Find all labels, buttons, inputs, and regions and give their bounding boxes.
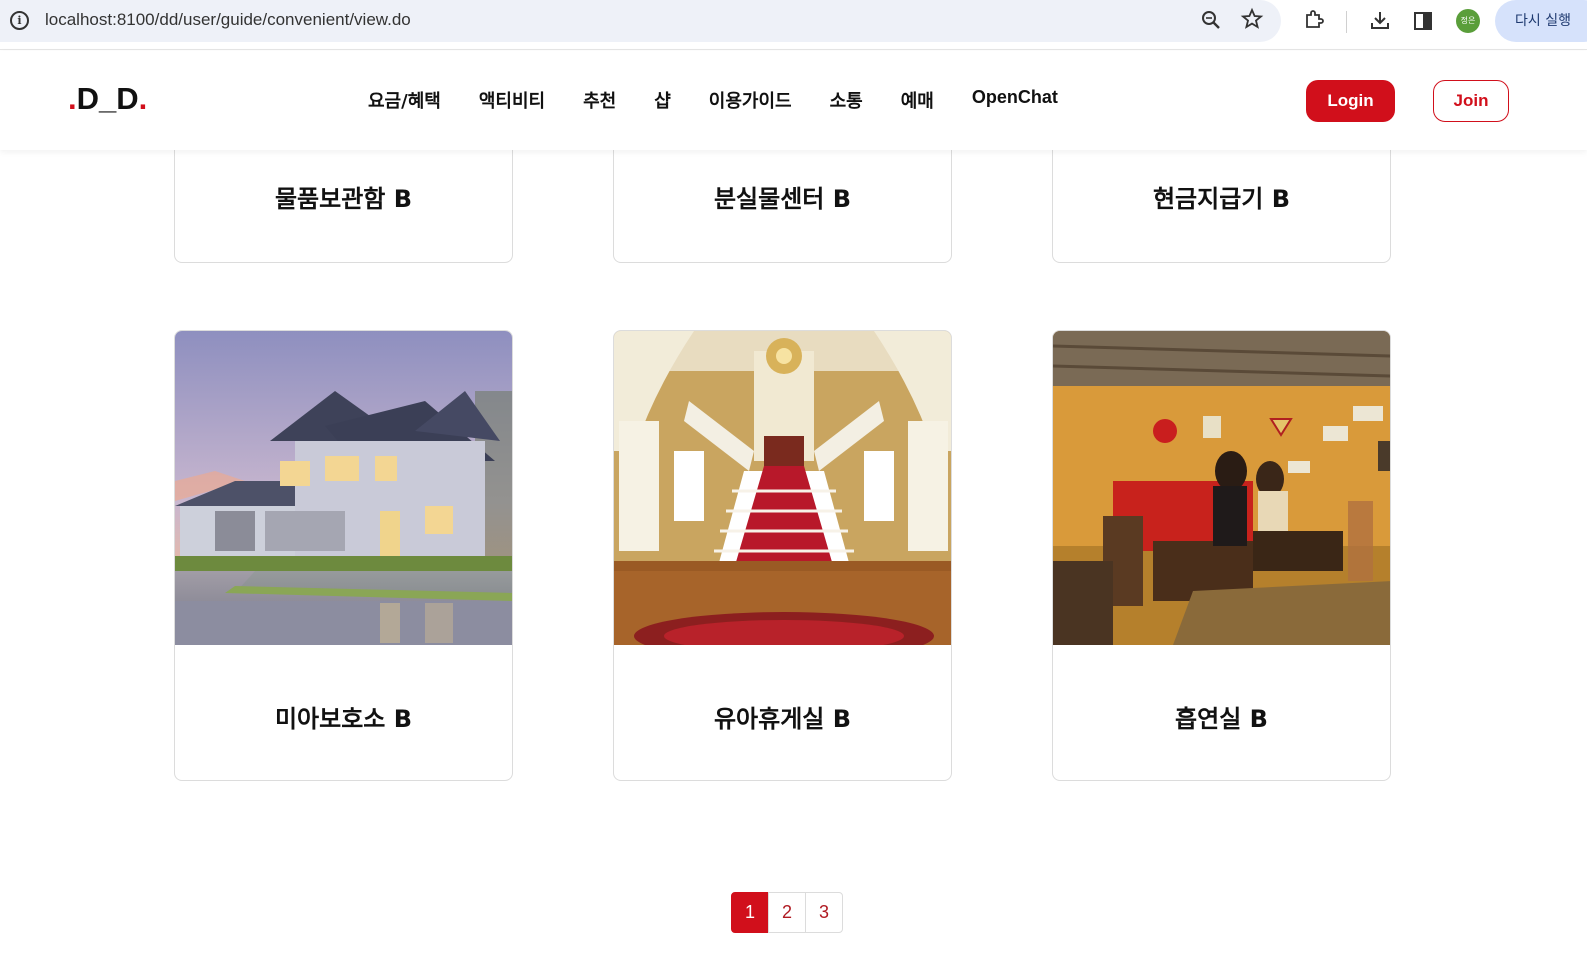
page-button-1[interactable]: 1 [731,892,769,933]
house-photo [175,331,512,645]
zoom-icon[interactable] [1200,9,1222,31]
nav-item-booking[interactable]: 예매 [901,87,934,113]
site-info-icon[interactable]: i [10,11,29,30]
main-nav: 요금/혜택 액티비티 추천 샵 이용가이드 소통 예매 OpenChat [368,87,1096,113]
nav-item-shop[interactable]: 샵 [654,87,671,113]
cafe-photo [1053,331,1390,645]
logo-text: D_D [76,81,139,116]
page-button-3[interactable]: 3 [805,892,843,933]
facility-card-title: 미아보호소 B [274,705,413,733]
browser-toolbar: i localhost:8100/dd/user/guide/convenien… [0,0,1587,50]
page-button-2[interactable]: 2 [768,892,806,933]
facility-card-title: 흡연실 B [1175,705,1268,733]
bookmark-star-icon[interactable] [1240,7,1264,31]
logo-dot-left: . [68,81,77,116]
nav-item-activity[interactable]: 액티비티 [479,87,545,113]
facility-card-title: 분실물센터 B [713,185,852,213]
toolbar-separator [1346,11,1347,33]
nav-item-recommend[interactable]: 추천 [583,87,616,113]
facility-card[interactable]: 유아휴게실 B [613,330,952,781]
profile-avatar[interactable]: 정은 [1456,9,1480,33]
download-icon[interactable] [1368,8,1392,32]
facility-card-title: 물품보관함 B [274,185,413,213]
extensions-icon[interactable] [1302,8,1326,32]
side-panel-icon[interactable] [1412,10,1434,32]
facility-card-title: 현금지급기 B [1152,185,1291,213]
facility-card[interactable]: 미아보호소 B [174,330,513,781]
site-header: .D_D. 요금/혜택 액티비티 추천 샵 이용가이드 소통 예매 OpenCh… [0,51,1587,150]
nav-item-guide[interactable]: 이용가이드 [709,87,792,113]
join-button[interactable]: Join [1433,80,1509,122]
logo-dot-right: . [138,81,148,116]
facility-card-title: 유아휴게실 B [713,705,852,733]
url-text[interactable]: localhost:8100/dd/user/guide/convenient/… [45,10,411,30]
nav-item-openchat[interactable]: OpenChat [972,87,1058,113]
nav-item-community[interactable]: 소통 [830,87,863,113]
staircase-photo [614,331,951,645]
pagination: 1 2 3 [731,892,843,933]
facility-card[interactable]: 흡연실 B [1052,330,1391,781]
relaunch-button[interactable]: 다시 실행 [1495,0,1587,42]
nav-item-pricing[interactable]: 요금/혜택 [368,87,441,113]
address-bar[interactable]: i localhost:8100/dd/user/guide/convenien… [0,0,1281,42]
login-button[interactable]: Login [1306,80,1395,122]
site-logo[interactable]: .D_D. [68,81,147,117]
